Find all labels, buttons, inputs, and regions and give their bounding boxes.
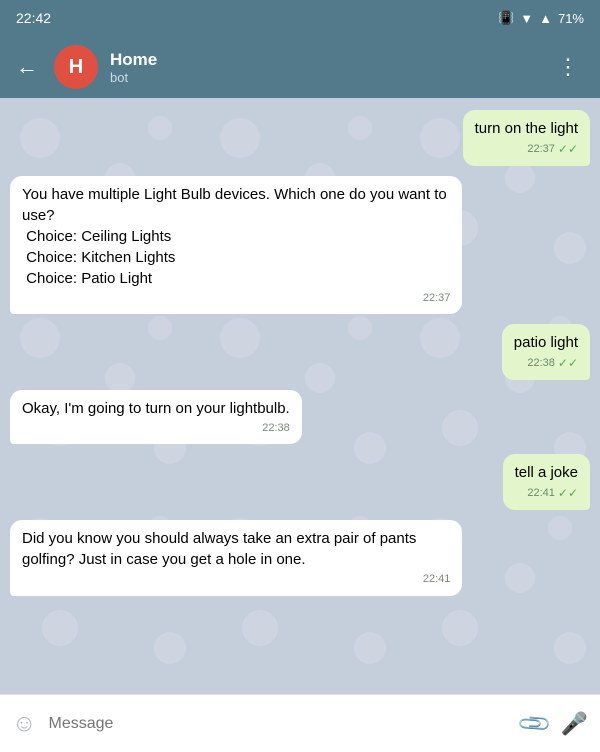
message-footer: 22:41 (22, 572, 450, 587)
bubble-msg3: patio light 22:38 ✓✓ (502, 324, 590, 380)
message-text: patio light (514, 334, 578, 351)
more-options-button[interactable]: ⋮ (549, 50, 588, 84)
back-button[interactable]: ← (12, 50, 42, 84)
contact-name: Home (110, 50, 537, 70)
message-time: 22:41 (527, 486, 555, 501)
bubble-msg1: turn on the light 22:37 ✓✓ (463, 110, 590, 166)
chat-header: ← H Home bot ⋮ (0, 36, 600, 98)
message-time: 22:41 (423, 572, 451, 587)
bubble-msg2: You have multiple Light Bulb devices. Wh… (10, 176, 462, 314)
message-time: 22:37 (527, 142, 555, 157)
message-text: Did you know you should always take an e… (22, 530, 421, 568)
read-receipt-icon: ✓✓ (558, 485, 578, 502)
message-footer: 22:37 ✓✓ (475, 141, 578, 158)
message-footer: 22:38 (22, 421, 290, 436)
message-row: tell a joke 22:41 ✓✓ (10, 454, 590, 510)
message-text: Okay, I'm going to turn on your lightbul… (22, 400, 290, 417)
message-row: You have multiple Light Bulb devices. Wh… (10, 176, 590, 314)
bubble-msg4: Okay, I'm going to turn on your lightbul… (10, 390, 302, 444)
message-time: 22:38 (527, 356, 555, 371)
emoji-button[interactable]: ☺ (12, 710, 37, 738)
read-receipt-icon: ✓✓ (558, 141, 578, 158)
signal-icon: ▲ (539, 11, 552, 26)
message-input[interactable] (49, 715, 510, 733)
bubble-msg5: tell a joke 22:41 ✓✓ (503, 454, 590, 510)
wifi-icon: ▼ (520, 11, 533, 26)
bubble-msg6: Did you know you should always take an e… (10, 520, 462, 595)
status-time: 22:42 (16, 10, 51, 26)
mic-button[interactable]: 🎤 (561, 711, 588, 737)
battery-level: 71% (558, 11, 584, 26)
message-row: Did you know you should always take an e… (10, 520, 590, 595)
message-row: turn on the light 22:37 ✓✓ (10, 110, 590, 166)
contact-subtitle: bot (110, 70, 537, 85)
message-row: Okay, I'm going to turn on your lightbul… (10, 390, 590, 444)
message-text: turn on the light (475, 120, 578, 137)
status-bar: 22:42 📳 ▼ ▲ 71% (0, 0, 600, 36)
header-info: Home bot (110, 50, 537, 85)
message-row: patio light 22:38 ✓✓ (10, 324, 590, 380)
read-receipt-icon: ✓✓ (558, 355, 578, 372)
attach-button[interactable]: 📎 (516, 705, 554, 743)
message-text: tell a joke (515, 464, 578, 481)
avatar: H (54, 45, 98, 89)
message-time: 22:37 (423, 291, 451, 306)
message-time: 22:38 (262, 421, 290, 436)
message-footer: 22:38 ✓✓ (514, 355, 578, 372)
status-icons: 📳 ▼ ▲ 71% (498, 10, 584, 26)
chat-area: turn on the light 22:37 ✓✓ You have multip… (0, 98, 600, 694)
message-footer: 22:37 (22, 291, 450, 306)
message-footer: 22:41 ✓✓ (515, 485, 578, 502)
message-text: You have multiple Light Bulb devices. Wh… (22, 186, 451, 287)
input-bar: ☺ 📎 🎤 (0, 694, 600, 752)
vibrate-icon: 📳 (498, 10, 514, 26)
